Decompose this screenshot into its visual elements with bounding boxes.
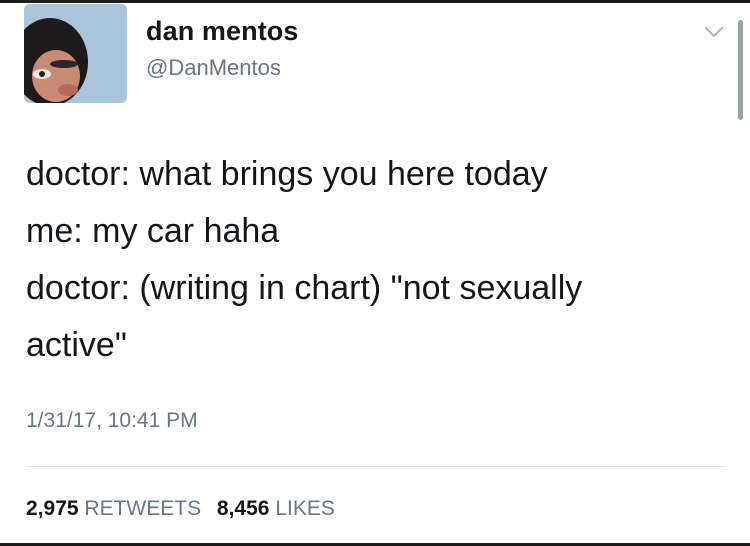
tweet-line: me: my car haha — [26, 212, 280, 250]
retweets-count: 2,975 — [26, 497, 79, 520]
tweet-line: doctor: what brings you here today — [26, 155, 548, 193]
tweet-line: doctor: (writing in chart) "not sexually — [26, 269, 583, 307]
chevron-down-icon[interactable] — [700, 20, 728, 44]
author-display-name[interactable]: dan mentos — [146, 16, 299, 47]
tweet-line: active" — [26, 326, 127, 364]
avatar-image — [24, 4, 127, 103]
tweet-text: doctor: what brings you here today me: m… — [26, 146, 726, 374]
likes-stat[interactable]: 8,456 LIKES — [217, 497, 335, 520]
author-handle[interactable]: @DanMentos — [146, 55, 281, 81]
likes-count: 8,456 — [216, 497, 270, 520]
tweet-stats: 2,975 RETWEETS 8,456 LIKES — [26, 497, 345, 521]
top-border — [0, 0, 750, 3]
avatar[interactable] — [24, 4, 127, 103]
scrollbar[interactable] — [738, 20, 743, 120]
tweet-timestamp[interactable]: 1/31/17, 10:41 PM — [26, 409, 198, 433]
divider — [26, 466, 726, 467]
likes-label: LIKES — [275, 497, 335, 520]
retweets-label: RETWEETS — [84, 497, 202, 520]
retweets-stat[interactable]: 2,975 RETWEETS — [26, 497, 201, 520]
